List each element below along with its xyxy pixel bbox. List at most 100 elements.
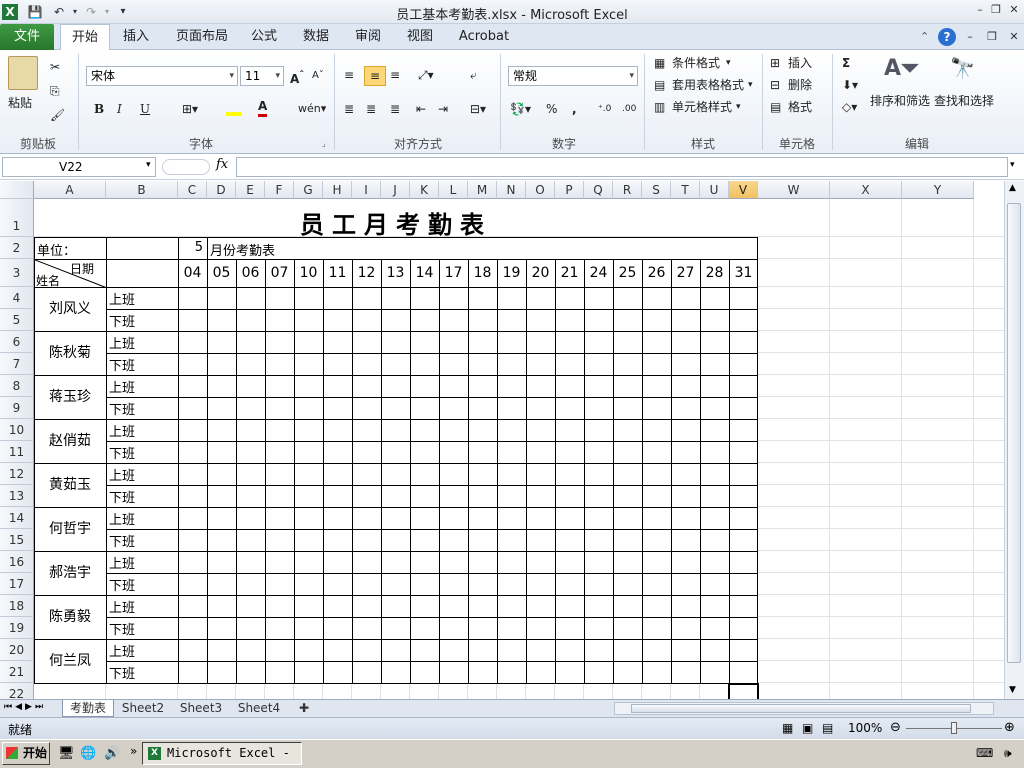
desktop-icon[interactable]: 🖥 <box>58 746 75 761</box>
align-center-icon[interactable]: ≣ <box>366 100 376 118</box>
doc-close-button[interactable]: ✕ <box>1006 30 1022 44</box>
employee-name[interactable]: 何哲宇 <box>34 518 106 538</box>
wrap-text-icon[interactable]: ⤶ <box>470 66 477 84</box>
row-header-14[interactable]: 14 <box>0 507 34 529</box>
comma-button[interactable]: , <box>572 100 577 118</box>
column-header-o[interactable]: O <box>526 181 555 199</box>
row-header-11[interactable]: 11 <box>0 441 34 463</box>
underline-button[interactable]: U <box>140 100 150 118</box>
row-header-6[interactable]: 6 <box>0 331 34 353</box>
row-header-2[interactable]: 2 <box>0 237 34 259</box>
tab-home[interactable]: 开始 <box>60 24 110 51</box>
format-as-table-button[interactable]: 套用表格格式 <box>672 76 744 94</box>
decrease-indent-icon[interactable]: ⇤ <box>416 100 426 118</box>
dropdown-icon[interactable]: ▾ <box>748 76 753 94</box>
column-header-s[interactable]: S <box>642 181 671 199</box>
tray-icon[interactable]: 🕪 <box>1004 746 1012 761</box>
grow-font-icon[interactable]: Aˆ <box>290 67 304 88</box>
column-header-e[interactable]: E <box>236 181 265 199</box>
bold-button[interactable]: B <box>94 100 104 118</box>
percent-button[interactable]: % <box>546 100 557 118</box>
media-icon[interactable]: 🔊 <box>104 746 120 761</box>
employee-name[interactable]: 陈勇毅 <box>34 606 106 626</box>
name-box[interactable]: V22 <box>2 157 156 177</box>
quick-launch-expand-icon[interactable]: » <box>130 744 137 758</box>
italic-button[interactable]: I <box>117 100 122 118</box>
font-size-select[interactable]: 11 ▾ <box>240 66 284 86</box>
column-header-i[interactable]: I <box>352 181 381 199</box>
column-header-b[interactable]: B <box>106 181 178 199</box>
dropdown-icon[interactable]: ▾ <box>736 98 741 116</box>
zoom-slider-thumb[interactable] <box>951 722 957 734</box>
column-header-p[interactable]: P <box>555 181 584 199</box>
row-header-10[interactable]: 10 <box>0 419 34 441</box>
format-cells-button[interactable]: 格式 <box>788 98 812 116</box>
employee-name[interactable]: 陈秋菊 <box>34 342 106 362</box>
scroll-up-icon[interactable]: ▲ <box>1009 183 1016 193</box>
row-header-16[interactable]: 16 <box>0 551 34 573</box>
month-value[interactable]: 5 <box>178 240 203 255</box>
sheet-tab-attendance[interactable]: 考勤表 <box>62 700 114 717</box>
row-header-22[interactable]: 22 <box>0 683 34 699</box>
scroll-thumb[interactable] <box>1007 203 1021 663</box>
column-header-h[interactable]: H <box>323 181 352 199</box>
active-cell[interactable] <box>728 683 759 699</box>
cell-styles-button[interactable]: 单元格样式 <box>672 98 732 116</box>
delete-cells-icon[interactable]: ⊟ <box>770 76 780 94</box>
cut-icon[interactable]: ✂ <box>50 58 60 76</box>
fill-icon[interactable]: ⬇▾ <box>842 76 858 94</box>
select-all-corner[interactable] <box>0 181 34 199</box>
cell-styles-icon[interactable]: ▥ <box>654 98 665 116</box>
format-as-table-icon[interactable]: ▤ <box>654 76 665 94</box>
minimize-button[interactable]: – <box>972 3 988 17</box>
column-header-l[interactable]: L <box>439 181 468 199</box>
browser-icon[interactable]: 🌐 <box>80 746 96 761</box>
worksheet-grid[interactable]: A B C D E F G H I J K L M N O P Q R S T U V W X Y 1 2 3 4 5 6 7 8 9 10 11 12… <box>0 181 1004 699</box>
borders-icon[interactable]: ⊞▾ <box>182 100 198 118</box>
accounting-format-icon[interactable]: 💱▾ <box>510 100 531 118</box>
fill-color-icon[interactable] <box>226 102 242 116</box>
insert-sheet-icon[interactable]: ✚ <box>294 700 314 717</box>
column-header-r[interactable]: R <box>613 181 642 199</box>
row-header-19[interactable]: 19 <box>0 617 34 639</box>
tab-insert[interactable]: 插入 <box>114 24 158 50</box>
number-format-select[interactable]: 常规 ▾ <box>508 66 638 86</box>
paste-icon[interactable] <box>8 56 38 90</box>
sheet-tab-sheet4[interactable]: Sheet4 <box>234 700 284 717</box>
column-header-t[interactable]: T <box>671 181 700 199</box>
tab-file[interactable]: 文件 <box>0 24 54 50</box>
zoom-in-icon[interactable]: ⊕ <box>1004 720 1015 735</box>
phonetic-icon[interactable]: wén▾ <box>298 100 326 118</box>
taskbar-excel-button[interactable]: Microsoft Excel - ... <box>142 742 302 768</box>
employee-name[interactable]: 刘风义 <box>34 298 106 318</box>
row-header-1[interactable]: 1 <box>0 199 34 237</box>
autosum-button[interactable]: Σ <box>842 54 850 72</box>
column-header-j[interactable]: J <box>381 181 410 199</box>
help-icon[interactable]: ? <box>938 28 956 46</box>
column-header-w[interactable]: W <box>758 181 830 199</box>
conditional-format-button[interactable]: 条件格式 <box>672 54 720 72</box>
tab-view[interactable]: 视图 <box>400 24 440 50</box>
zoom-out-icon[interactable]: ⊖ <box>890 720 901 735</box>
format-cells-icon[interactable]: ▤ <box>770 98 781 116</box>
clear-icon[interactable]: ◇▾ <box>842 98 857 116</box>
h-scroll-thumb[interactable] <box>631 704 971 713</box>
expand-formula-bar-icon[interactable]: ▾ <box>1010 160 1015 170</box>
column-header-g[interactable]: G <box>294 181 323 199</box>
format-painter-icon[interactable]: 🖌 <box>50 106 65 124</box>
employee-name[interactable]: 蒋玉珍 <box>34 386 106 406</box>
tab-data[interactable]: 数据 <box>296 24 336 50</box>
column-header-c[interactable]: C <box>178 181 207 199</box>
tab-review[interactable]: 审阅 <box>348 24 388 50</box>
row-header-13[interactable]: 13 <box>0 485 34 507</box>
restore-button[interactable]: ❐ <box>988 3 1004 17</box>
find-select-button[interactable]: 查找和选择 <box>934 92 994 110</box>
column-header-d[interactable]: D <box>207 181 236 199</box>
column-header-q[interactable]: Q <box>584 181 613 199</box>
insert-cells-icon[interactable]: ⊞ <box>770 54 780 72</box>
column-header-x[interactable]: X <box>830 181 902 199</box>
align-middle-icon[interactable]: ≡ <box>364 66 386 86</box>
align-left-icon[interactable]: ≣ <box>344 100 354 118</box>
delete-cells-button[interactable]: 删除 <box>788 76 812 94</box>
formula-input[interactable] <box>236 157 1008 177</box>
